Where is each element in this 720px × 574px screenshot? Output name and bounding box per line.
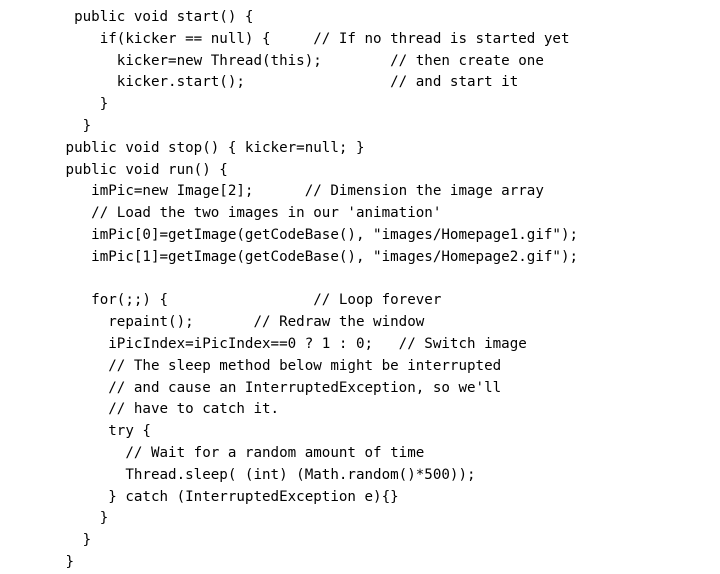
code-line: public void start() {	[57, 9, 254, 25]
code-line: }	[57, 532, 92, 549]
code-line: imPic[0]=getImage(getCodeBase(), "images…	[57, 226, 579, 243]
code-line: for(;;) { // Loop forever	[57, 292, 442, 309]
code-line: }	[57, 117, 92, 134]
code-line: // Wait for a random amount of time	[57, 444, 425, 461]
code-listing: public void start() { if(kicker == null)…	[57, 7, 717, 574]
code-line: iPicIndex=iPicIndex==0 ? 1 : 0; // Switc…	[57, 335, 527, 352]
slide-canvas: public void start() { if(kicker == null)…	[0, 0, 720, 570]
code-line: // and cause an InterruptedException, so…	[57, 379, 502, 396]
code-line: imPic[1]=getImage(getCodeBase(), "images…	[57, 248, 579, 265]
code-line: try {	[57, 423, 151, 440]
code-line: repaint(); // Redraw the window	[57, 314, 425, 331]
code-line: public void stop() { kicker=null; }	[57, 139, 365, 156]
code-line: kicker.start(); // and start it	[57, 74, 519, 91]
code-line: }	[57, 96, 109, 113]
code-line: // have to catch it.	[57, 401, 280, 418]
code-line: }	[57, 553, 75, 570]
code-line: // The sleep method below might be inter…	[57, 357, 502, 374]
code-line: imPic=new Image[2]; // Dimension the ima…	[57, 183, 544, 200]
code-line: } catch (InterruptedException e){}	[57, 488, 399, 505]
code-line: // Load the two images in our 'animation…	[57, 205, 442, 222]
code-line: if(kicker == null) { // If no thread is …	[57, 30, 570, 47]
code-line: Thread.sleep( (int) (Math.random()*500))…	[57, 466, 476, 483]
code-line: public void run() {	[57, 161, 228, 178]
code-line: }	[57, 510, 109, 527]
code-line: kicker=new Thread(this); // then create …	[57, 52, 544, 69]
